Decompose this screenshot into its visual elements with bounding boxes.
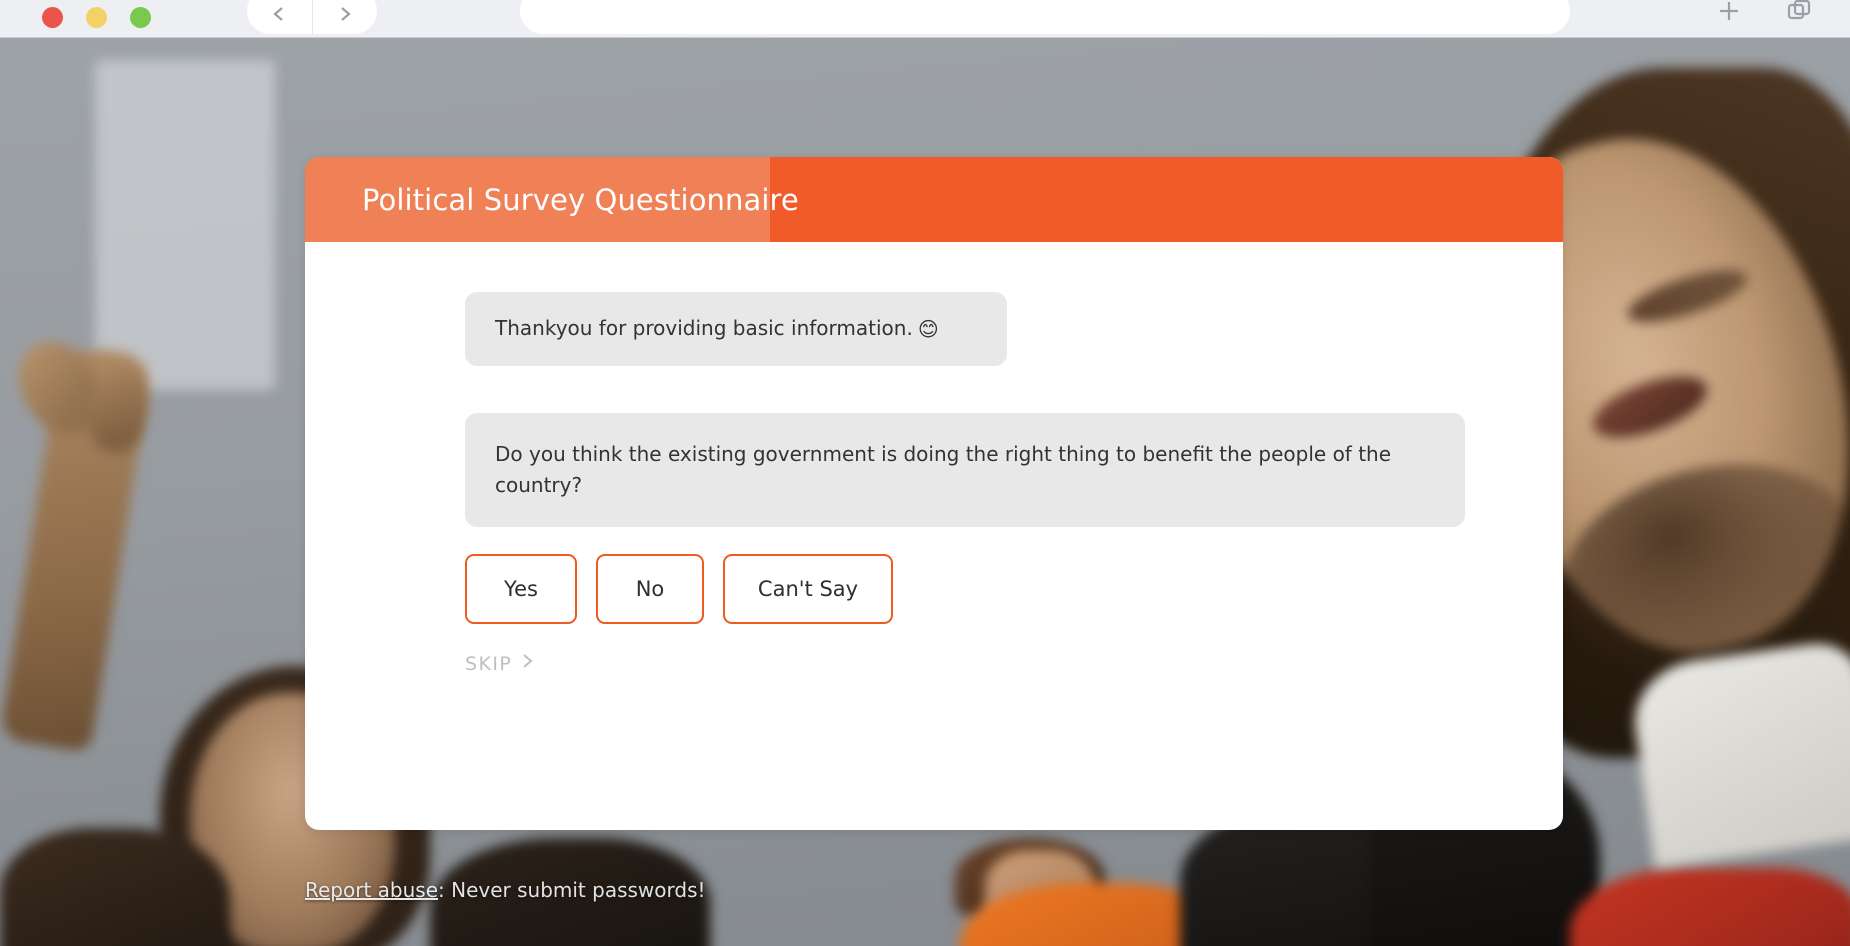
new-tab-button[interactable] <box>1710 0 1748 32</box>
answer-option-no-button[interactable]: No <box>596 554 704 624</box>
chat-bubble-thanks-text: Thankyou for providing basic information… <box>495 316 913 340</box>
back-button[interactable] <box>247 0 312 34</box>
background-banner-shape <box>95 60 275 390</box>
plus-icon <box>1716 0 1742 28</box>
screen: Political Survey Questionnaire Thankyou … <box>0 0 1850 946</box>
survey-card-body: Thankyou for providing basic information… <box>305 242 1563 830</box>
skip-question-link[interactable]: SKIP <box>465 652 534 675</box>
chevron-right-icon <box>521 652 534 675</box>
page-title: Political Survey Questionnaire <box>362 182 799 217</box>
answer-option-cant-say-button[interactable]: Can't Say <box>723 554 893 624</box>
window-close-button[interactable] <box>42 7 63 28</box>
browser-chrome <box>0 0 1850 38</box>
survey-card: Political Survey Questionnaire Thankyou … <box>305 157 1563 830</box>
smiling-face-emoji-icon: 😊 <box>917 317 939 341</box>
background-red-shirt-shape <box>1570 868 1850 946</box>
abuse-notice: Report abuse: Never submit passwords! <box>305 878 706 902</box>
window-minimize-button[interactable] <box>86 7 107 28</box>
survey-card-header: Political Survey Questionnaire <box>305 157 1563 242</box>
background-silhouette-a-shape <box>0 828 230 946</box>
chat-bubble-thanks: Thankyou for providing basic information… <box>465 292 1007 366</box>
answer-options-group: Yes No Can't Say <box>465 554 893 624</box>
skip-label: SKIP <box>465 652 513 675</box>
forward-button[interactable] <box>311 0 378 34</box>
address-bar[interactable] <box>520 0 1570 34</box>
chat-bubble-question: Do you think the existing government is … <box>465 413 1465 527</box>
report-abuse-link[interactable]: Report abuse <box>305 878 438 902</box>
navigation-buttons-group <box>247 0 377 34</box>
abuse-notice-suffix: : Never submit passwords! <box>438 878 706 902</box>
tabs-overview-icon <box>1786 0 1812 28</box>
window-maximize-button[interactable] <box>130 7 151 28</box>
chat-bubble-question-text: Do you think the existing government is … <box>495 442 1392 497</box>
chevron-left-icon <box>269 4 289 28</box>
answer-option-yes-button[interactable]: Yes <box>465 554 577 624</box>
tab-overview-button[interactable] <box>1780 0 1818 32</box>
chevron-right-icon <box>335 4 355 28</box>
window-traffic-lights <box>42 7 151 28</box>
